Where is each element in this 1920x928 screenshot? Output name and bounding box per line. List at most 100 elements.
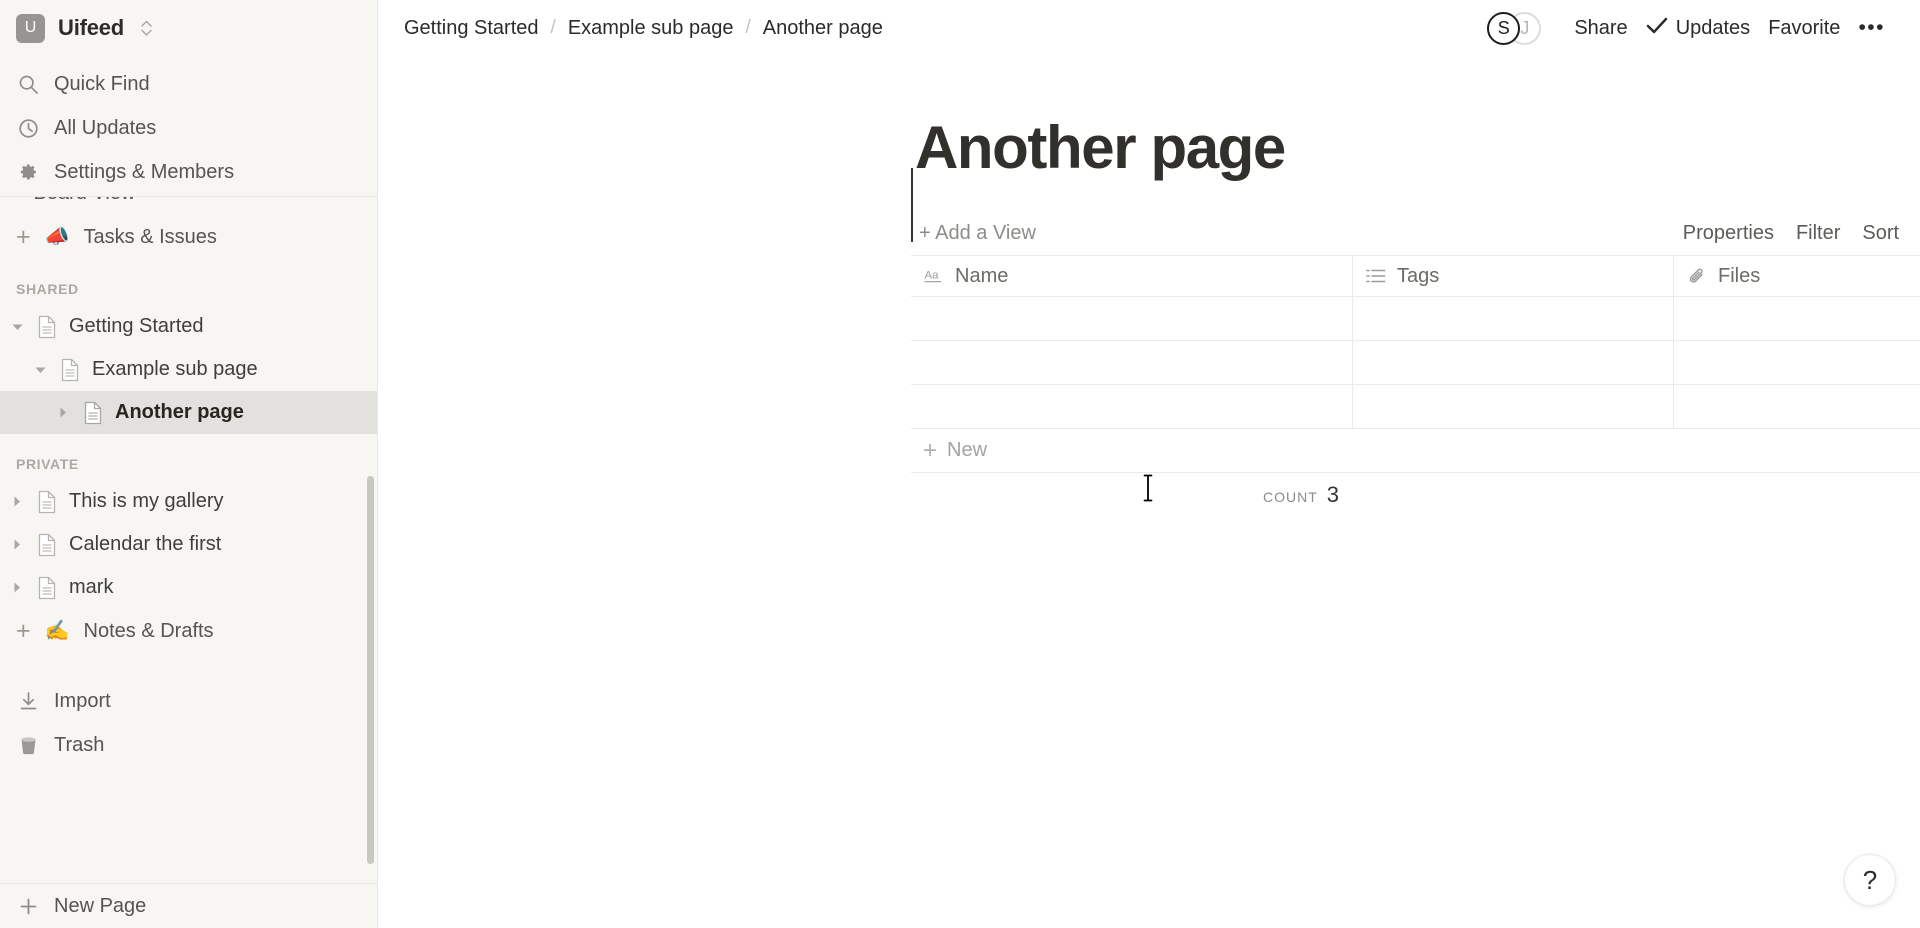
sidebar-item-quick-find[interactable]: Quick Find bbox=[0, 62, 377, 106]
sidebar-page-this-is-my-gallery[interactable]: This is my gallery bbox=[0, 480, 377, 523]
chevron-right-icon[interactable] bbox=[46, 406, 80, 419]
new-page-label: New Page bbox=[54, 894, 147, 917]
page-body: Another page + Add a View Properties Fil… bbox=[378, 56, 1920, 517]
count-value: 3 bbox=[1326, 482, 1339, 507]
breadcrumb-item-another-page[interactable]: Another page bbox=[757, 14, 889, 43]
chevron-right-icon[interactable] bbox=[0, 581, 34, 594]
chevron-right-icon[interactable] bbox=[0, 538, 34, 551]
app-window: U Uifeed Quick Find All Updates Settings… bbox=[0, 0, 1920, 928]
sidebar-page-label: This is my gallery bbox=[69, 490, 224, 512]
page-title[interactable]: Another page bbox=[911, 118, 1920, 178]
sidebar-item-notes-drafts[interactable]: + ✍️ Notes & Drafts bbox=[0, 609, 377, 653]
page-icon bbox=[34, 576, 60, 600]
workspace-switcher[interactable]: U Uifeed bbox=[0, 0, 377, 56]
updates-label: Updates bbox=[1675, 16, 1751, 39]
add-view-button[interactable]: + Add a View bbox=[911, 218, 1044, 249]
trash-icon bbox=[16, 733, 40, 757]
column-header-name[interactable]: Aa Name bbox=[911, 256, 1353, 296]
sidebar-page-getting-started[interactable]: Getting Started bbox=[0, 305, 377, 348]
sidebar: U Uifeed Quick Find All Updates Settings… bbox=[0, 0, 378, 928]
check-icon bbox=[1646, 17, 1668, 40]
sidebar-item-label: Settings & Members bbox=[54, 160, 235, 183]
workspace-name: Uifeed bbox=[58, 15, 125, 40]
database-toolbar: + Add a View Properties Filter Sort Sear… bbox=[911, 211, 1920, 255]
sidebar-page-example-sub-page[interactable]: Example sub page bbox=[0, 348, 377, 391]
plus-icon[interactable]: + bbox=[16, 224, 31, 250]
sidebar-item-settings-members[interactable]: Settings & Members bbox=[0, 150, 377, 194]
multi-select-icon bbox=[1365, 268, 1387, 284]
table-cell-files[interactable] bbox=[1674, 341, 1920, 384]
table-cell-tags[interactable] bbox=[1353, 297, 1674, 340]
new-page-button[interactable]: New Page bbox=[0, 884, 377, 928]
search-button[interactable]: Search bbox=[1911, 216, 1920, 251]
sidebar-page-another-page[interactable]: Another page bbox=[0, 391, 377, 434]
sidebar-item-label: All Updates bbox=[54, 116, 157, 139]
sidebar-item-trash[interactable]: Trash bbox=[0, 723, 377, 767]
chevron-right-icon[interactable] bbox=[0, 495, 34, 508]
sidebar-item-board-view[interactable]: ▸ Board View bbox=[0, 197, 377, 215]
page-icon bbox=[57, 358, 83, 382]
sidebar-page-label: Calendar the first bbox=[69, 533, 222, 555]
writing-hand-icon: ✍️ bbox=[44, 620, 70, 642]
sidebar-page-label: mark bbox=[69, 576, 114, 598]
new-row-label: New bbox=[947, 439, 988, 461]
page-icon bbox=[34, 533, 60, 557]
column-header-tags[interactable]: Tags bbox=[1353, 256, 1674, 296]
count-summary[interactable]: COUNT 3 bbox=[911, 482, 1353, 508]
table-cell-tags[interactable] bbox=[1353, 385, 1674, 428]
column-header-label: Name bbox=[955, 264, 1009, 287]
help-button[interactable]: ? bbox=[1844, 854, 1896, 906]
table-footer: COUNT 3 bbox=[911, 473, 1920, 517]
breadcrumb-item-example-sub-page[interactable]: Example sub page bbox=[562, 14, 740, 43]
table-cell-tags[interactable] bbox=[1353, 341, 1674, 384]
chevron-down-icon[interactable] bbox=[23, 365, 57, 375]
filter-button[interactable]: Filter bbox=[1786, 217, 1850, 250]
sort-button[interactable]: Sort bbox=[1852, 217, 1909, 250]
avatar[interactable]: S bbox=[1487, 11, 1521, 45]
sidebar-item-all-updates[interactable]: All Updates bbox=[0, 106, 377, 150]
properties-button[interactable]: Properties bbox=[1673, 217, 1784, 250]
workspace-avatar: U bbox=[16, 13, 45, 43]
chevron-down-icon[interactable] bbox=[0, 322, 34, 332]
column-header-label: Tags bbox=[1397, 264, 1440, 287]
page-icon bbox=[34, 315, 60, 339]
breadcrumb-separator: / bbox=[745, 17, 751, 38]
updates-button[interactable]: Updates bbox=[1637, 12, 1760, 45]
column-header-label: Files bbox=[1718, 264, 1761, 287]
sidebar-item-tasks-issues[interactable]: + 📣 Tasks & Issues bbox=[0, 215, 377, 259]
sidebar-section-private: PRIVATE bbox=[16, 456, 79, 472]
new-row-button[interactable]: + New bbox=[911, 429, 1920, 473]
breadcrumb-separator: / bbox=[550, 17, 556, 38]
share-label: Share bbox=[1574, 16, 1628, 39]
sidebar-nav: Quick Find All Updates Settings & Member… bbox=[0, 56, 377, 194]
sidebar-item-label: Board View bbox=[34, 197, 136, 205]
table-row[interactable] bbox=[911, 385, 1920, 429]
sidebar-page-calendar-the-first[interactable]: Calendar the first bbox=[0, 523, 377, 566]
table-cell-name[interactable] bbox=[911, 297, 1353, 340]
database-table: Aa Name Tags Files + New COUNT 3 bbox=[911, 255, 1920, 517]
megaphone-icon: 📣 bbox=[44, 226, 70, 248]
database-tool-buttons: Properties Filter Sort Search ••• bbox=[1673, 214, 1920, 253]
sidebar-page-mark[interactable]: mark bbox=[0, 566, 377, 609]
table-cell-files[interactable] bbox=[1674, 297, 1920, 340]
table-cell-files[interactable] bbox=[1674, 385, 1920, 428]
table-row[interactable] bbox=[911, 341, 1920, 385]
sidebar-page-label: Another page bbox=[115, 401, 244, 423]
table-cell-name[interactable] bbox=[911, 341, 1353, 384]
more-options-button[interactable]: ••• bbox=[1849, 11, 1894, 45]
sidebar-item-label: Import bbox=[54, 689, 111, 712]
sidebar-item-label: Tasks & Issues bbox=[83, 225, 217, 248]
share-button[interactable]: Share bbox=[1565, 12, 1636, 45]
breadcrumb-item-getting-started[interactable]: Getting Started bbox=[398, 14, 545, 43]
sidebar-scrollbar[interactable] bbox=[367, 476, 374, 864]
text-caret bbox=[911, 168, 913, 242]
chevron-right-icon: ▸ bbox=[16, 197, 22, 200]
sidebar-footer: New Page bbox=[0, 873, 377, 928]
column-header-files[interactable]: Files bbox=[1674, 256, 1920, 296]
sidebar-item-import[interactable]: Import bbox=[0, 679, 377, 723]
favorite-button[interactable]: Favorite bbox=[1759, 12, 1849, 45]
svg-text:Aa: Aa bbox=[924, 269, 939, 281]
plus-icon[interactable]: + bbox=[16, 618, 31, 644]
table-row[interactable] bbox=[911, 297, 1920, 341]
table-cell-name[interactable] bbox=[911, 385, 1353, 428]
